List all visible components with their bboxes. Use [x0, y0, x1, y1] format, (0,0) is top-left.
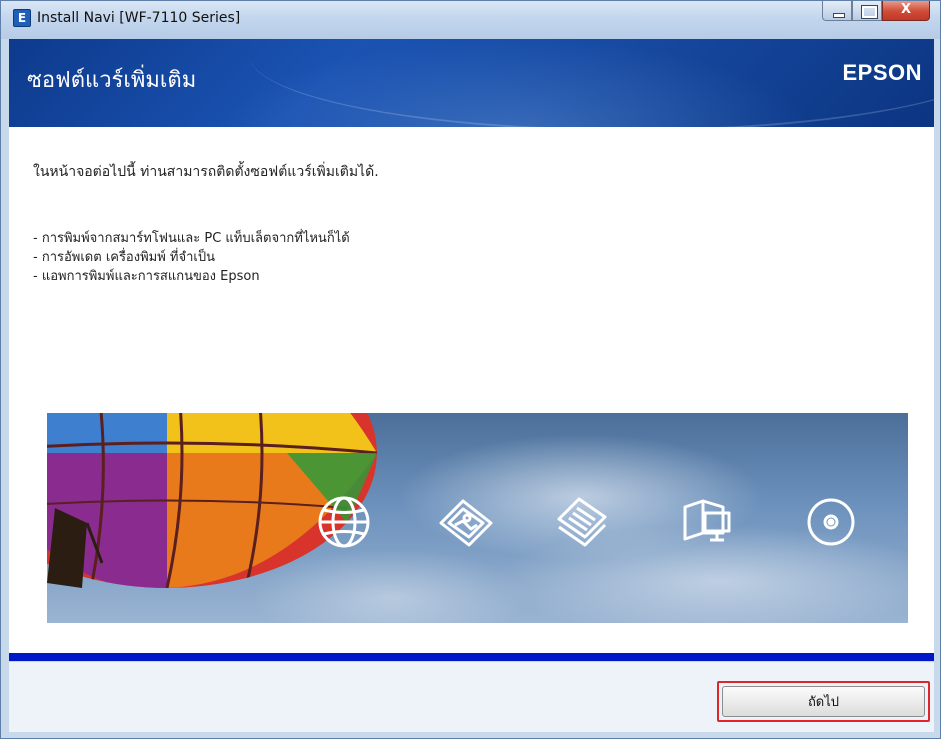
intro-text: ในหน้าจอต่อไปนี้ ท่านสามารถติดตั้งซอฟต์แ… — [33, 164, 379, 180]
list-item: - การพิมพ์จากสมาร์ทโฟนและ PC แท็บเล็ตจาก… — [33, 231, 350, 246]
epson-logo: EPSON — [842, 60, 922, 85]
window-controls — [822, 1, 930, 21]
list-item: - การอัพเดต เครื่องพิมพ์ ที่จำเป็น — [33, 250, 215, 265]
manual-icon — [683, 499, 731, 542]
globe-icon — [318, 496, 370, 548]
page-title: ซอฟต์แวร์เพิ่มเติม — [27, 68, 197, 93]
window-title: Install Navi [WF-7110 Series] — [37, 10, 241, 26]
content-panel: ในหน้าจอต่อไปนี้ ท่านสามารถติดตั้งซอฟต์แ… — [9, 127, 934, 653]
installer-window: E Install Navi [WF-7110 Series] ซอฟต์แวร… — [0, 0, 941, 739]
footer-bar: ถัดไป — [9, 661, 934, 732]
documents-icon — [557, 497, 607, 547]
header-banner: ซอฟต์แวร์เพิ่มเติม EPSON — [9, 39, 934, 127]
next-button[interactable]: ถัดไป — [722, 686, 925, 717]
feature-banner-image — [47, 413, 908, 623]
feature-list: - การพิมพ์จากสมาร์ทโฟนและ PC แท็บเล็ตจาก… — [33, 229, 350, 286]
app-icon: E — [13, 9, 31, 27]
close-button[interactable] — [882, 1, 930, 21]
maximize-button[interactable] — [852, 1, 882, 21]
title-bar[interactable]: E Install Navi [WF-7110 Series] — [1, 1, 940, 39]
progress-divider — [9, 653, 934, 661]
photo-icon — [439, 499, 493, 547]
disc-icon — [807, 498, 855, 546]
list-item: - แอพการพิมพ์และการสแกนของ Epson — [33, 269, 260, 284]
minimize-button[interactable] — [822, 1, 852, 21]
